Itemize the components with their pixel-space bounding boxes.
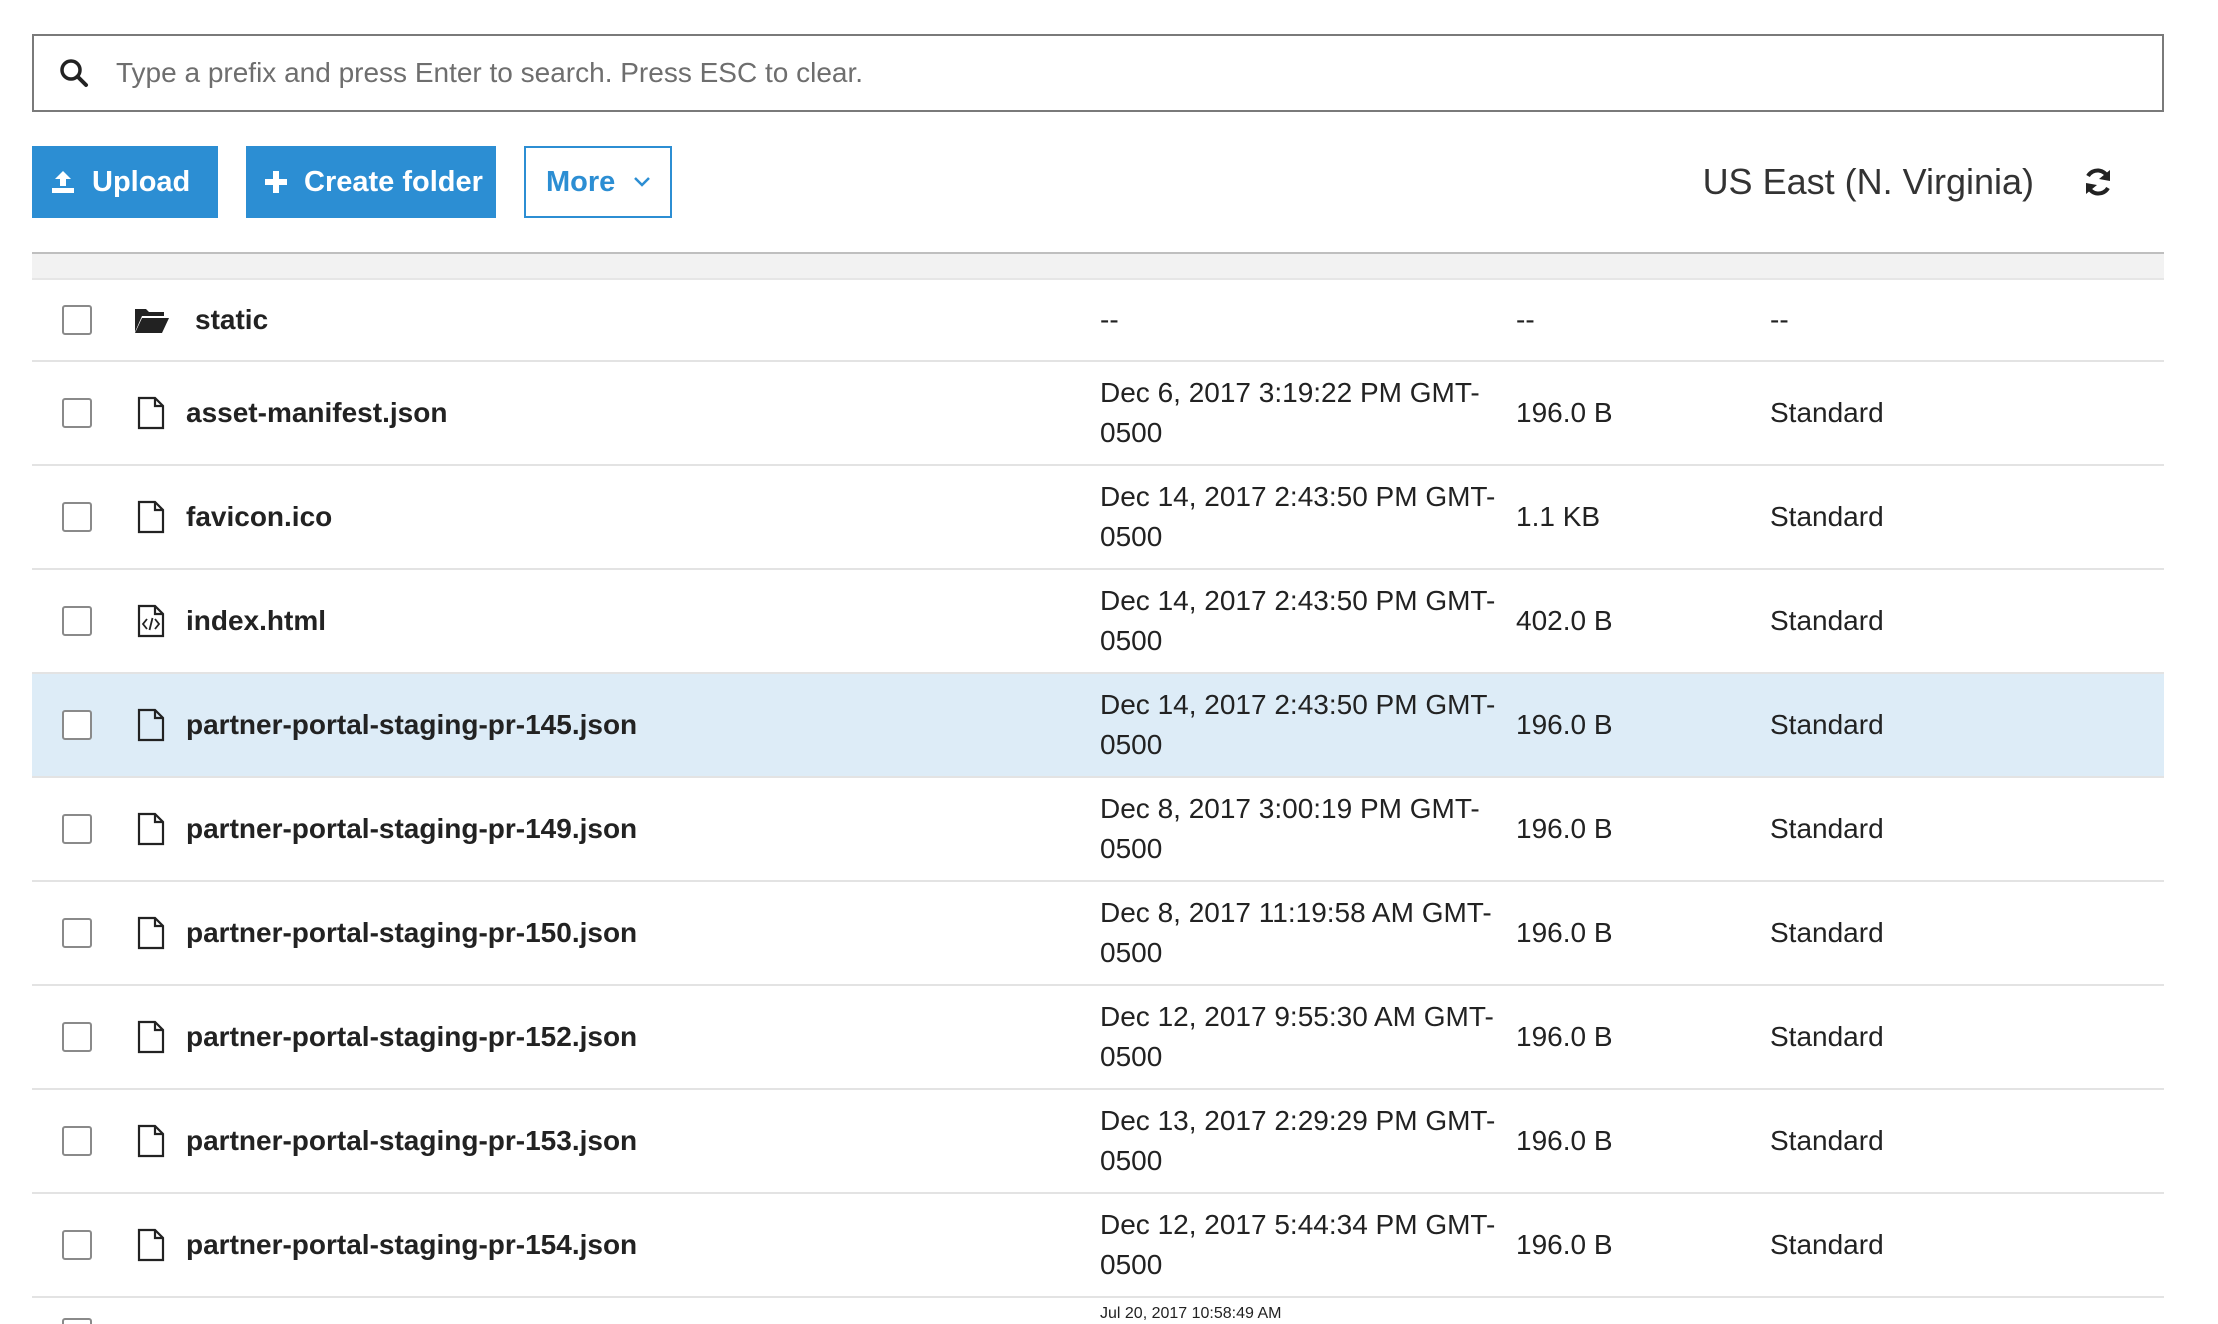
last-modified: Dec 12, 2017 9:55:30 AM GMT-0500: [1100, 1001, 1494, 1072]
table-row[interactable]: partner-portal-staging-pr-153.json Dec 1…: [32, 1090, 2164, 1194]
row-checkbox[interactable]: [62, 1022, 92, 1052]
chevron-down-icon: [633, 176, 651, 188]
toolbar: Upload Create folder More US East (N. Vi…: [32, 146, 2164, 218]
file-size: 196.0 B: [1516, 917, 1613, 948]
row-checkbox[interactable]: [62, 1126, 92, 1156]
storage-class: Standard: [1770, 501, 1884, 532]
upload-button[interactable]: Upload: [32, 146, 218, 218]
file-name-link[interactable]: static: [195, 304, 268, 336]
file-name-link[interactable]: partner-portal-staging-pr-152.json: [186, 1021, 637, 1053]
storage-class: Standard: [1770, 813, 1884, 844]
file-icon: [136, 1020, 166, 1054]
file-name-link[interactable]: favicon.ico: [186, 501, 332, 533]
search-bar: [32, 34, 2164, 112]
storage-class: Standard: [1770, 605, 1884, 636]
storage-class: Standard: [1770, 1021, 1884, 1052]
storage-class: Standard: [1770, 1125, 1884, 1156]
plus-icon: [264, 170, 288, 194]
storage-class: Standard: [1770, 397, 1884, 428]
last-modified: Dec 14, 2017 2:43:50 PM GMT-0500: [1100, 585, 1496, 656]
region-label: US East (N. Virginia): [1702, 161, 2034, 202]
file-icon: [136, 708, 166, 742]
file-icon: [136, 500, 166, 534]
table-row[interactable]: static -- -- --: [32, 280, 2164, 362]
file-icon: [136, 1228, 166, 1262]
file-name-link[interactable]: partner-portal-staging-pr-150.json: [186, 917, 637, 949]
file-name-link[interactable]: index.html: [186, 605, 326, 637]
storage-class: Standard: [1770, 709, 1884, 740]
storage-class: Standard: [1770, 1229, 1884, 1260]
file-name-link[interactable]: partner-portal-staging-pr-153.json: [186, 1125, 637, 1157]
file-icon: [136, 812, 166, 846]
last-modified: Dec 12, 2017 5:44:34 PM GMT-0500: [1100, 1209, 1496, 1280]
table-row-highlighted[interactable]: partner-portal-staging-pr-145.json Dec 1…: [32, 674, 2164, 778]
more-dropdown-button[interactable]: More: [524, 146, 672, 218]
file-size: 196.0 B: [1516, 397, 1613, 428]
row-checkbox[interactable]: [62, 1230, 92, 1260]
last-modified: Jul 20, 2017 10:58:49 AM: [1100, 1305, 1282, 1322]
file-name-link[interactable]: asset-manifest.json: [186, 397, 447, 429]
file-icon: [136, 1124, 166, 1158]
file-table: static -- -- -- asset-manifest.json Dec …: [32, 280, 2164, 1298]
row-checkbox[interactable]: [62, 502, 92, 532]
file-icon: [136, 916, 166, 950]
row-checkbox[interactable]: [62, 398, 92, 428]
table-row[interactable]: partner-portal-staging-pr-150.json Dec 8…: [32, 882, 2164, 986]
upload-icon: [50, 169, 76, 195]
file-size: 196.0 B: [1516, 1229, 1613, 1260]
table-header-bar: [32, 252, 2164, 280]
search-input[interactable]: [114, 42, 2162, 104]
file-name-link[interactable]: partner-portal-staging-pr-149.json: [186, 813, 637, 845]
table-row[interactable]: favicon.ico Dec 14, 2017 2:43:50 PM GMT-…: [32, 466, 2164, 570]
storage-class: --: [1770, 304, 1789, 335]
create-folder-label: Create folder: [304, 165, 483, 198]
file-browser: Upload Create folder More US East (N. Vi…: [32, 34, 2164, 1298]
table-row[interactable]: partner-portal-staging-pr-154.json Dec 1…: [32, 1194, 2164, 1298]
last-modified: Dec 8, 2017 11:19:58 AM GMT-0500: [1100, 897, 1492, 968]
table-row[interactable]: partner-portal-staging-pr-149.json Dec 8…: [32, 778, 2164, 882]
table-row[interactable]: partner-portal-staging-pr-152.json Dec 1…: [32, 986, 2164, 1090]
file-size: 1.1 KB: [1516, 501, 1601, 532]
last-modified: Dec 14, 2017 2:43:50 PM GMT-0500: [1100, 689, 1496, 760]
last-modified: Dec 13, 2017 2:29:29 PM GMT-0500: [1100, 1105, 1496, 1176]
file-size: 196.0 B: [1516, 1021, 1613, 1052]
refresh-icon[interactable]: [2080, 164, 2116, 200]
table-row-partial[interactable]: Jul 20, 2017 10:58:49 AM: [32, 1284, 2164, 1324]
more-label: More: [546, 165, 616, 198]
row-checkbox[interactable]: [62, 918, 92, 948]
row-checkbox[interactable]: [62, 305, 92, 335]
row-checkbox[interactable]: [62, 606, 92, 636]
last-modified: Dec 8, 2017 3:00:19 PM GMT-0500: [1100, 793, 1480, 864]
table-row[interactable]: asset-manifest.json Dec 6, 2017 3:19:22 …: [32, 362, 2164, 466]
file-size: --: [1516, 304, 1535, 335]
file-name-link[interactable]: partner-portal-staging-pr-154.json: [186, 1229, 637, 1261]
upload-label: Upload: [92, 165, 191, 198]
file-icon: [136, 396, 166, 430]
create-folder-button[interactable]: Create folder: [246, 146, 496, 218]
row-checkbox[interactable]: [62, 814, 92, 844]
storage-class: Standard: [1770, 917, 1884, 948]
file-size: 196.0 B: [1516, 1125, 1613, 1156]
folder-open-icon: [132, 303, 172, 337]
file-size: 196.0 B: [1516, 813, 1613, 844]
search-icon: [56, 55, 92, 91]
row-checkbox[interactable]: [62, 710, 92, 740]
file-size: 402.0 B: [1516, 605, 1613, 636]
last-modified: Dec 14, 2017 2:43:50 PM GMT-0500: [1100, 481, 1496, 552]
table-row[interactable]: index.html Dec 14, 2017 2:43:50 PM GMT-0…: [32, 570, 2164, 674]
row-checkbox[interactable]: [62, 1318, 92, 1324]
file-size: 196.0 B: [1516, 709, 1613, 740]
code-file-icon: [136, 604, 166, 638]
file-name-link[interactable]: partner-portal-staging-pr-145.json: [186, 709, 637, 741]
last-modified: Dec 6, 2017 3:19:22 PM GMT-0500: [1100, 377, 1480, 448]
last-modified: --: [1100, 304, 1119, 335]
